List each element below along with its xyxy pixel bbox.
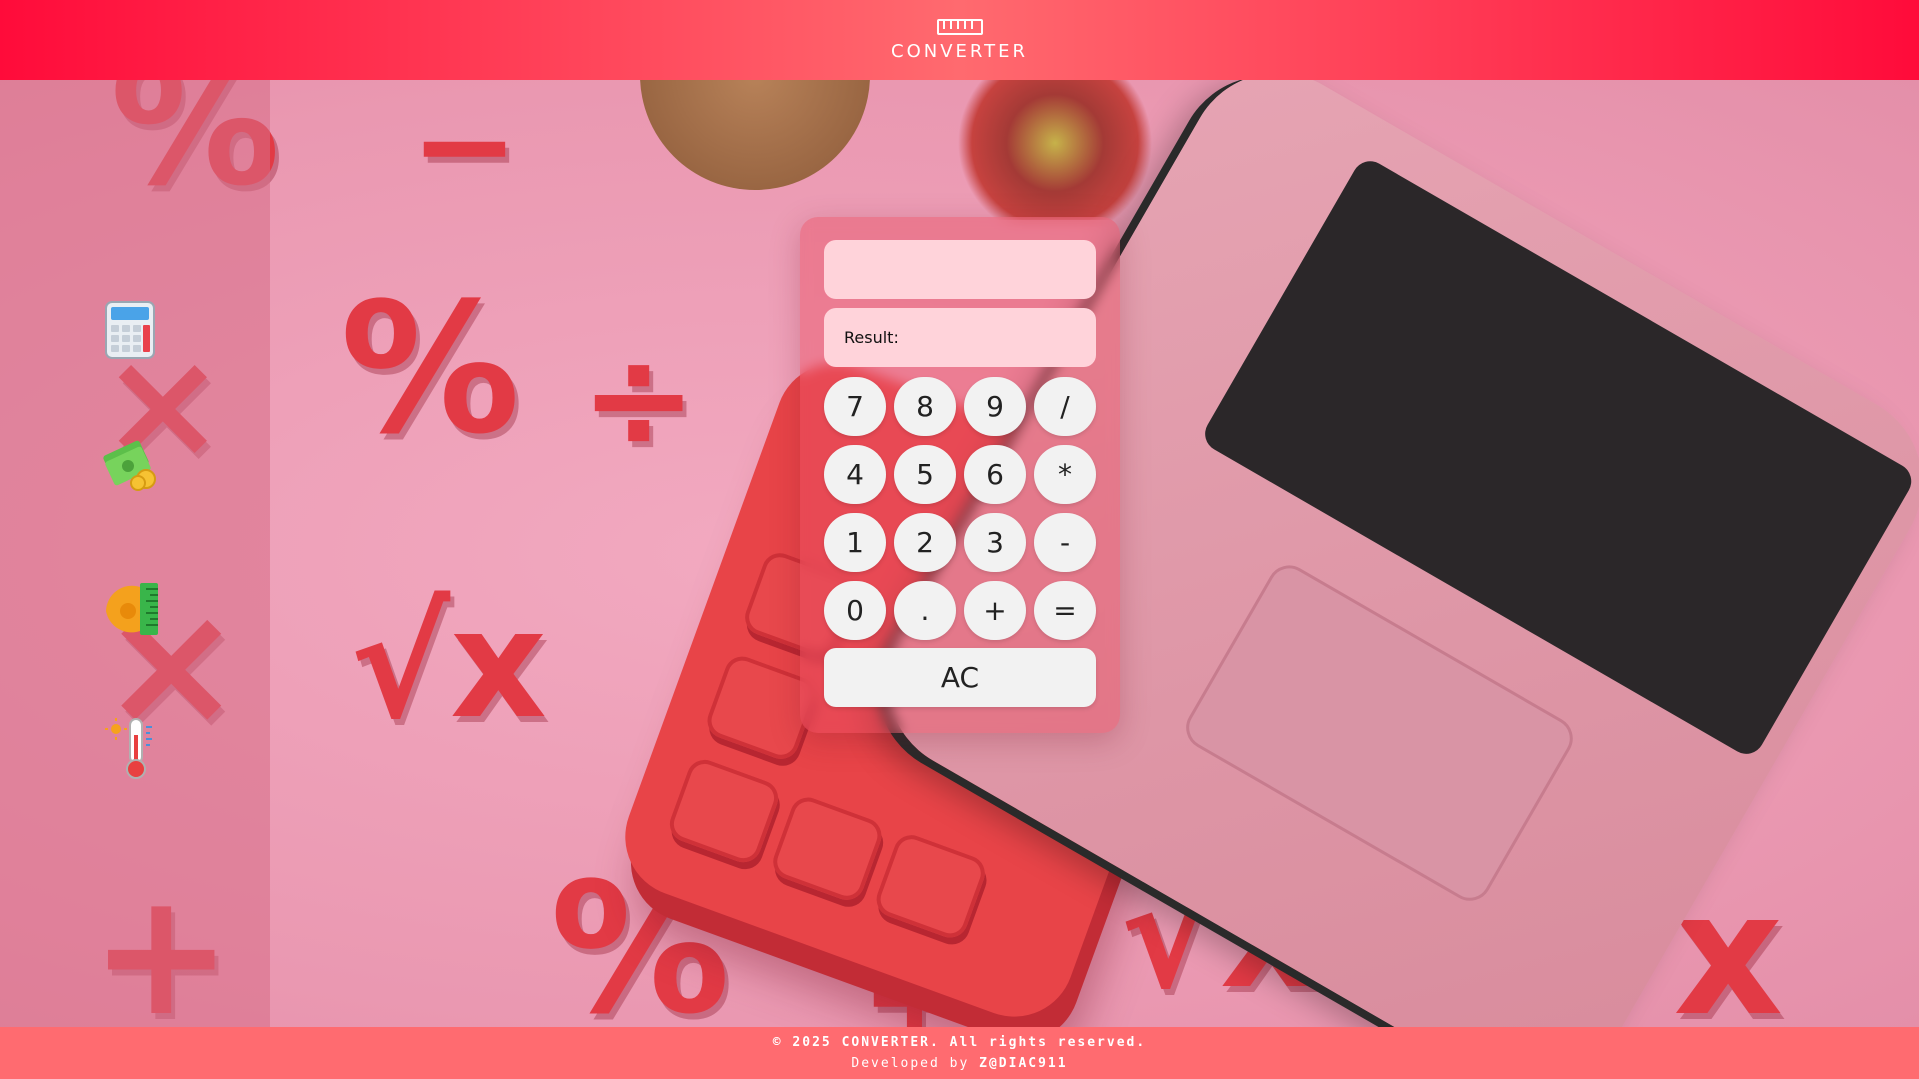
length-measure-icon[interactable] (100, 575, 166, 641)
developer-name: Z@DIAC911 (979, 1056, 1068, 1071)
sidebar (0, 80, 270, 1027)
brand-title: CONVERTER (891, 40, 1028, 62)
app-footer: © 2025 CONVERTER. All rights reserved. D… (0, 1027, 1919, 1079)
key-plus-button[interactable]: + (964, 581, 1026, 640)
app-header: CONVERTER (0, 0, 1919, 80)
ruler-icon (936, 18, 983, 35)
clear-button[interactable]: AC (824, 648, 1096, 707)
key-3-button[interactable]: 3 (964, 513, 1026, 572)
succulent-plant (940, 80, 1170, 220)
result-label: Result: (844, 328, 899, 347)
key-6-button[interactable]: 6 (964, 445, 1026, 504)
copyright-text: © 2025 CONVERTER. All rights reserved. (772, 1035, 1147, 1050)
percent-decoration: % (340, 265, 521, 474)
developer-credit: Developed by Z@DIAC911 (0, 1056, 1919, 1071)
key-7-button[interactable]: 7 (824, 377, 886, 436)
cork-object (640, 80, 870, 190)
key-equals-button[interactable]: = (1034, 581, 1096, 640)
key-minus-button[interactable]: - (1034, 513, 1096, 572)
key-0-button[interactable]: 0 (824, 581, 886, 640)
calculator-icon[interactable] (100, 300, 166, 366)
expression-input[interactable] (824, 240, 1096, 299)
key-2-button[interactable]: 2 (894, 513, 956, 572)
key-decimal-button[interactable]: . (894, 581, 956, 640)
key-5-button[interactable]: 5 (894, 445, 956, 504)
developer-prefix: Developed by (851, 1056, 970, 1071)
currency-icon[interactable] (100, 435, 166, 501)
key-divide-button[interactable]: / (1034, 377, 1096, 436)
temperature-icon[interactable] (100, 715, 166, 781)
key-multiply-button[interactable]: * (1034, 445, 1096, 504)
key-9-button[interactable]: 9 (964, 377, 1026, 436)
calculator-panel: Result: 7 8 9/ 4 5 6 * 1 2 3- 0. + = AC (800, 217, 1120, 733)
key-1-button[interactable]: 1 (824, 513, 886, 572)
result-display: Result: (824, 308, 1096, 367)
minus-decoration: − (410, 80, 519, 221)
divide-decoration: ÷ (580, 318, 698, 481)
key-4-button[interactable]: 4 (824, 445, 886, 504)
sqrt-decoration: √x (350, 578, 547, 752)
key-8-button[interactable]: 8 (894, 377, 956, 436)
